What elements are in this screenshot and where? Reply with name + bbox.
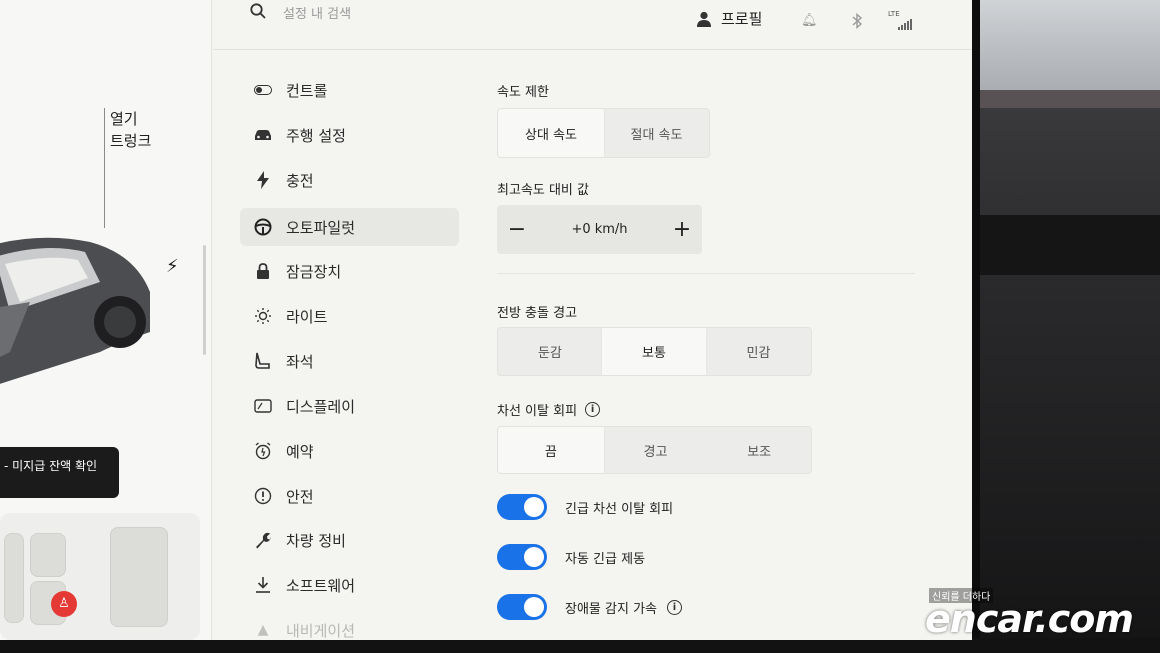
touchscreen: 열기 트렁크 ⚡ - 미지급 잔액 확인 ♙ 설정 내 검색 프로필 🔔︎ LT… [0, 0, 972, 640]
decrease-offset-button[interactable]: − [497, 205, 537, 254]
toggle-icon [254, 81, 272, 99]
speed-limit-segmented-control: 상대 속도 절대 속도 [497, 108, 710, 158]
speed-limit-label: 속도 제한 [497, 85, 549, 100]
charge-port-icon[interactable]: ⚡ [166, 256, 179, 277]
encar-watermark: 신뢰를 더하다 encar.com [925, 587, 1160, 643]
car-model-image [0, 237, 150, 384]
nav-item-locks[interactable]: 잠금장치 [240, 252, 459, 290]
nav-item-service[interactable]: 차량 정비 [240, 521, 459, 559]
alarm-clock-icon [254, 442, 272, 460]
bolt-icon [254, 171, 272, 189]
nav-item-lights[interactable]: 라이트 [240, 297, 459, 335]
profile-button[interactable]: 프로필 [697, 8, 762, 29]
alert-circle-icon [254, 487, 272, 505]
wrench-icon [254, 531, 272, 549]
steering-wheel-icon [254, 218, 272, 236]
nav-item-safety[interactable]: 안전 [240, 477, 459, 515]
forward-collision-option-high[interactable]: 민감 [706, 328, 811, 375]
forward-collision-option-medium[interactable]: 보통 [602, 328, 706, 375]
car-icon [254, 126, 272, 144]
forward-collision-segmented-control: 둔감 보통 민감 [497, 327, 812, 376]
emergency-lane-departure-toggle[interactable] [497, 494, 547, 520]
automatic-emergency-braking-row: 자동 긴급 제동 [497, 544, 645, 570]
car-interior-background [978, 0, 1160, 653]
lock-icon [254, 262, 272, 280]
seat-icon [254, 352, 272, 370]
nav-item-driving[interactable]: 주행 설정 [240, 116, 459, 154]
section-divider [497, 273, 915, 274]
obstacle-aware-acceleration-row: 장애물 감지 가속 i [497, 594, 682, 620]
seatbelt-warning-icon: ♙ [51, 591, 77, 617]
nav-item-seats[interactable]: 좌석 [240, 342, 459, 380]
display-icon [254, 397, 272, 415]
info-icon[interactable]: i [667, 599, 682, 615]
sun-icon [254, 307, 272, 325]
lane-departure-label: 차선 이탈 회피 i [497, 400, 601, 419]
emergency-lane-departure-row: 긴급 차선 이탈 회피 [497, 494, 673, 520]
speed-offset-value: +0 km/h [571, 222, 628, 237]
obstacle-aware-acceleration-toggle[interactable] [497, 594, 547, 620]
speed-limit-option-absolute[interactable]: 절대 속도 [604, 109, 709, 157]
open-trunk-button[interactable]: 열기 트렁크 [110, 108, 151, 152]
unpaid-balance-alert[interactable]: - 미지급 잔액 확인 [0, 447, 119, 498]
search-icon [250, 3, 266, 19]
nav-item-controls[interactable]: 컨트롤 [240, 71, 459, 109]
panel-scrollbar[interactable] [203, 245, 206, 355]
seat-occupancy-map: ♙ [0, 513, 200, 640]
cellular-signal-icon: LTE [888, 10, 916, 30]
lane-departure-option-warning[interactable]: 경고 [604, 427, 708, 473]
automatic-emergency-braking-toggle[interactable] [497, 544, 547, 570]
speed-offset-stepper: − +0 km/h + [497, 205, 702, 254]
navigation-icon: ▲ [257, 622, 269, 638]
top-status-bar: 프로필 🔔︎ LTE [213, 0, 972, 50]
settings-search-input[interactable] [283, 2, 543, 26]
bluetooth-icon[interactable] [851, 13, 863, 29]
lane-departure-option-off[interactable]: 끔 [498, 427, 604, 473]
forward-collision-option-low[interactable]: 둔감 [498, 328, 602, 375]
speed-offset-label: 최고속도 대비 값 [497, 183, 589, 198]
car-visualization-panel: 열기 트렁크 ⚡ - 미지급 잔액 확인 ♙ [0, 0, 212, 640]
trunk-callout-line [104, 108, 105, 228]
person-icon [697, 11, 711, 27]
nav-item-software[interactable]: 소프트웨어 [240, 566, 459, 604]
nav-item-navigation[interactable]: ▲ 내비게이션 [240, 611, 459, 640]
notification-bell-icon[interactable]: 🔔︎ [801, 13, 818, 28]
nav-item-autopilot[interactable]: 오토파일럿 [240, 208, 459, 246]
nav-item-display[interactable]: 디스플레이 [240, 387, 459, 425]
nav-item-charging[interactable]: 충전 [240, 161, 459, 199]
lane-departure-option-assist[interactable]: 보조 [707, 427, 811, 473]
forward-collision-label: 전방 충돌 경고 [497, 306, 578, 321]
download-icon [254, 576, 272, 594]
info-icon[interactable]: i [585, 402, 601, 417]
nav-item-schedule[interactable]: 예약 [240, 432, 459, 470]
lane-departure-segmented-control: 끔 경고 보조 [497, 426, 812, 474]
increase-offset-button[interactable]: + [662, 205, 702, 254]
speed-limit-option-relative[interactable]: 상대 속도 [498, 109, 604, 157]
